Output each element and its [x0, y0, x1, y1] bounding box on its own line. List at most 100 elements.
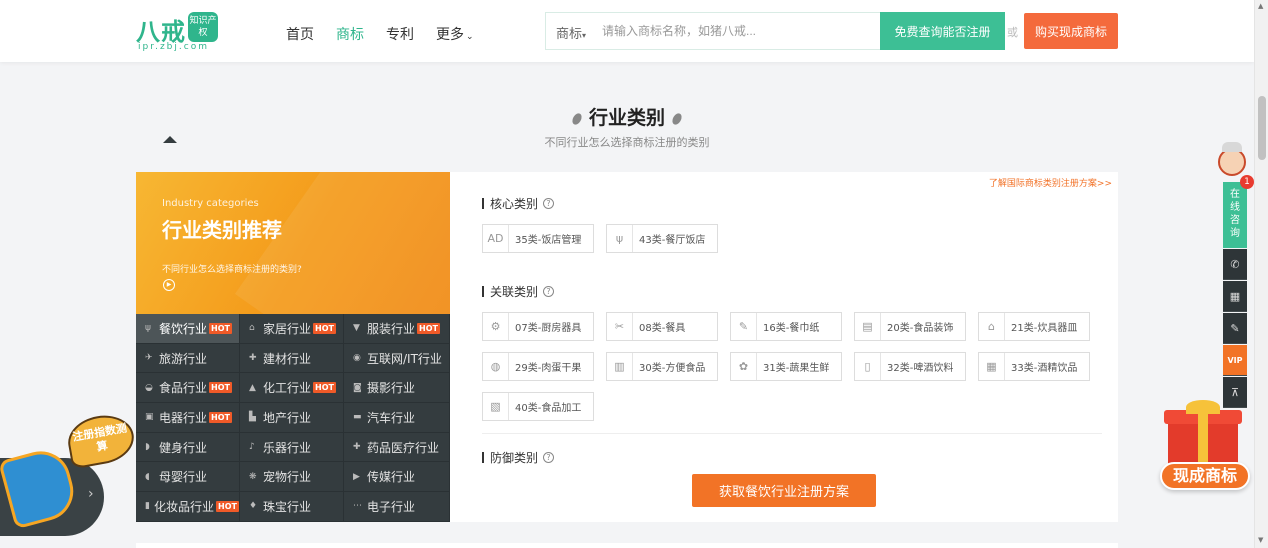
widget-bubble: 注册指数测算	[64, 410, 138, 470]
industry-label: 餐饮行业	[159, 321, 208, 336]
promo-en-label: Industry categories	[162, 198, 259, 209]
fork-icon: ψ	[145, 323, 151, 334]
industry-item[interactable]: ▮ 化妆品行业 HOT	[136, 492, 240, 522]
industry-label: 汽车行业	[367, 410, 416, 425]
page-scrollbar[interactable]: ▲ ▼	[1254, 0, 1268, 548]
category-label: 08类-餐具	[639, 323, 686, 334]
category-chip[interactable]: ⚙ 07类-厨房器具	[482, 312, 594, 341]
vip-icon: VIP	[1227, 355, 1243, 365]
help-icon[interactable]: ?	[543, 452, 555, 463]
scissors-icon: ✂	[607, 313, 633, 340]
nav-more[interactable]: 更多 ⌄	[436, 24, 474, 44]
help-icon[interactable]: ?	[543, 198, 555, 209]
play-icon[interactable]: ▶	[163, 279, 175, 291]
search-input[interactable]	[602, 13, 872, 49]
category-chip[interactable]: ◍ 29类-肉蛋干果	[482, 352, 594, 381]
category-label: 43类-餐厅饭店	[639, 235, 706, 246]
industry-label: 宠物行业	[263, 470, 312, 485]
car-icon: ▬	[353, 412, 362, 423]
category-chip[interactable]: ψ 43类-餐厅饭店	[606, 224, 718, 253]
industry-item[interactable]: ψ 餐饮行业 HOT	[136, 314, 240, 344]
related-category-title: 关联类别?	[482, 283, 555, 300]
edit-icon: ✎	[1230, 321, 1240, 335]
industry-item[interactable]: ◙ 摄影行业	[344, 373, 450, 404]
gift-bow-icon	[1186, 400, 1220, 414]
industry-item[interactable]: ◖ 母婴行业	[136, 462, 240, 493]
or-text: 或	[1007, 26, 1018, 39]
cosmetics-icon: ▮	[145, 501, 150, 512]
leaf-icon	[670, 111, 684, 126]
scroll-thumb[interactable]	[1258, 96, 1266, 160]
industry-item[interactable]: ◉ 互联网/IT行业	[344, 343, 450, 374]
category-chip[interactable]: ✎ 16类-餐巾纸	[730, 312, 842, 341]
category-chip[interactable]: AD 35类-饭店管理	[482, 224, 594, 253]
industry-label: 母婴行业	[159, 470, 208, 485]
free-search-button[interactable]: 免费查询能否注册	[880, 12, 1005, 50]
flask-icon: ▲	[249, 382, 256, 393]
industry-item[interactable]: ✚ 建材行业	[240, 343, 344, 374]
caret-down-icon: ▾	[582, 31, 587, 40]
industry-item[interactable]: ❋ 宠物行业	[240, 462, 344, 493]
category-chip[interactable]: ▧ 40类-食品加工	[482, 392, 594, 421]
industry-item[interactable]: ⋯ 电子行业	[344, 492, 450, 522]
category-chip[interactable]: ▥ 30类-方便食品	[606, 352, 718, 381]
category-chip[interactable]: ▤ 20类-食品装饰	[854, 312, 966, 341]
industry-item[interactable]: ♦ 珠宝行业	[240, 492, 344, 522]
qrcode-icon: ▦	[1229, 289, 1241, 303]
industry-label: 传媒行业	[367, 470, 416, 485]
industry-item[interactable]: ◗ 健身行业	[136, 432, 240, 463]
category-label: 35类-饭店管理	[515, 235, 582, 246]
buy-trademark-button[interactable]: 购买现成商标	[1024, 13, 1118, 49]
scroll-down-icon[interactable]: ▼	[1258, 536, 1263, 544]
core-category-title: 核心类别?	[482, 195, 555, 212]
industry-grid: ψ 餐饮行业 HOT ⌂ 家居行业 HOT ▼ 服装行业 HOT ✈ 旅游行业 ✚ 建材行业 ◉ 互联网/I…	[136, 314, 450, 522]
help-icon[interactable]: ?	[543, 286, 555, 297]
online-consult-label: 在线咨询	[1230, 189, 1240, 239]
logo[interactable]: 八戒 知识产权 ipr.zbj.com	[136, 10, 222, 54]
category-label: 20类-食品装饰	[887, 323, 954, 334]
hot-badge: HOT	[313, 322, 336, 334]
industry-item[interactable]: ▬ 汽车行业	[344, 403, 450, 433]
nav-home[interactable]: 首页	[286, 24, 314, 44]
feedback-button[interactable]: ✎	[1223, 313, 1247, 344]
category-chip[interactable]: ⌂ 21类-炊具器皿	[978, 312, 1090, 341]
ready-trademark-gift[interactable]: 现成商标	[1160, 400, 1252, 492]
industry-item[interactable]: ▲ 化工行业 HOT	[240, 373, 344, 404]
promo-title: 行业类别推荐	[162, 218, 282, 242]
industry-label: 家居行业	[263, 321, 312, 336]
nav-patent[interactable]: 专利	[386, 24, 414, 44]
trademark-index-widget[interactable]: 注册指数测算 ›	[0, 410, 138, 536]
get-registration-plan-button[interactable]: 获取餐饮行业注册方案	[692, 474, 876, 507]
category-chip[interactable]: ✂ 08类-餐具	[606, 312, 718, 341]
online-consult-button[interactable]: 在线咨询	[1223, 182, 1247, 248]
search-type-select[interactable]: 商标▾	[556, 23, 586, 42]
industry-item[interactable]: ✚ 药品医疗行业	[344, 432, 450, 463]
media-icon: ▶	[353, 471, 360, 482]
category-chip[interactable]: ▦ 33类-酒精饮品	[978, 352, 1090, 381]
industry-item[interactable]: ▼ 服装行业 HOT	[344, 314, 450, 344]
chevron-right-icon[interactable]: ›	[88, 486, 94, 502]
category-label: 16类-餐巾纸	[763, 323, 820, 334]
vip-button[interactable]: VIP	[1223, 345, 1247, 376]
qrcode-button[interactable]: ▦	[1223, 281, 1247, 312]
industry-item[interactable]: ◒ 食品行业 HOT	[136, 373, 240, 404]
phone-button[interactable]: ✆	[1223, 249, 1247, 280]
industry-item[interactable]: ⌂ 家居行业 HOT	[240, 314, 344, 344]
industry-item[interactable]: ✈ 旅游行业	[136, 343, 240, 374]
hot-badge: HOT	[417, 322, 440, 334]
appliance-icon: ▣	[145, 412, 154, 423]
category-chip[interactable]: ✿ 31类-蔬果生鲜	[730, 352, 842, 381]
industry-item[interactable]: ♪ 乐器行业	[240, 432, 344, 463]
nav-trademark[interactable]: 商标	[336, 24, 364, 44]
category-chip[interactable]: ▯ 32类-啤酒饮料	[854, 352, 966, 381]
scroll-up-icon[interactable]: ▲	[1258, 2, 1263, 10]
industry-label: 化妆品行业	[154, 499, 215, 514]
industry-item[interactable]: ▙ 地产行业	[240, 403, 344, 433]
intl-category-link[interactable]: 了解国际商标类别注册方案>>	[989, 176, 1112, 189]
industry-item[interactable]: ▣ 电器行业 HOT	[136, 403, 240, 433]
main-nav: 首页 商标 专利 更多 ⌄	[286, 24, 474, 44]
industry-item[interactable]: ▶ 传媒行业	[344, 462, 450, 493]
search-type-label: 商标	[556, 27, 583, 42]
industry-label: 建材行业	[263, 351, 312, 366]
category-label: 40类-食品加工	[515, 403, 582, 414]
